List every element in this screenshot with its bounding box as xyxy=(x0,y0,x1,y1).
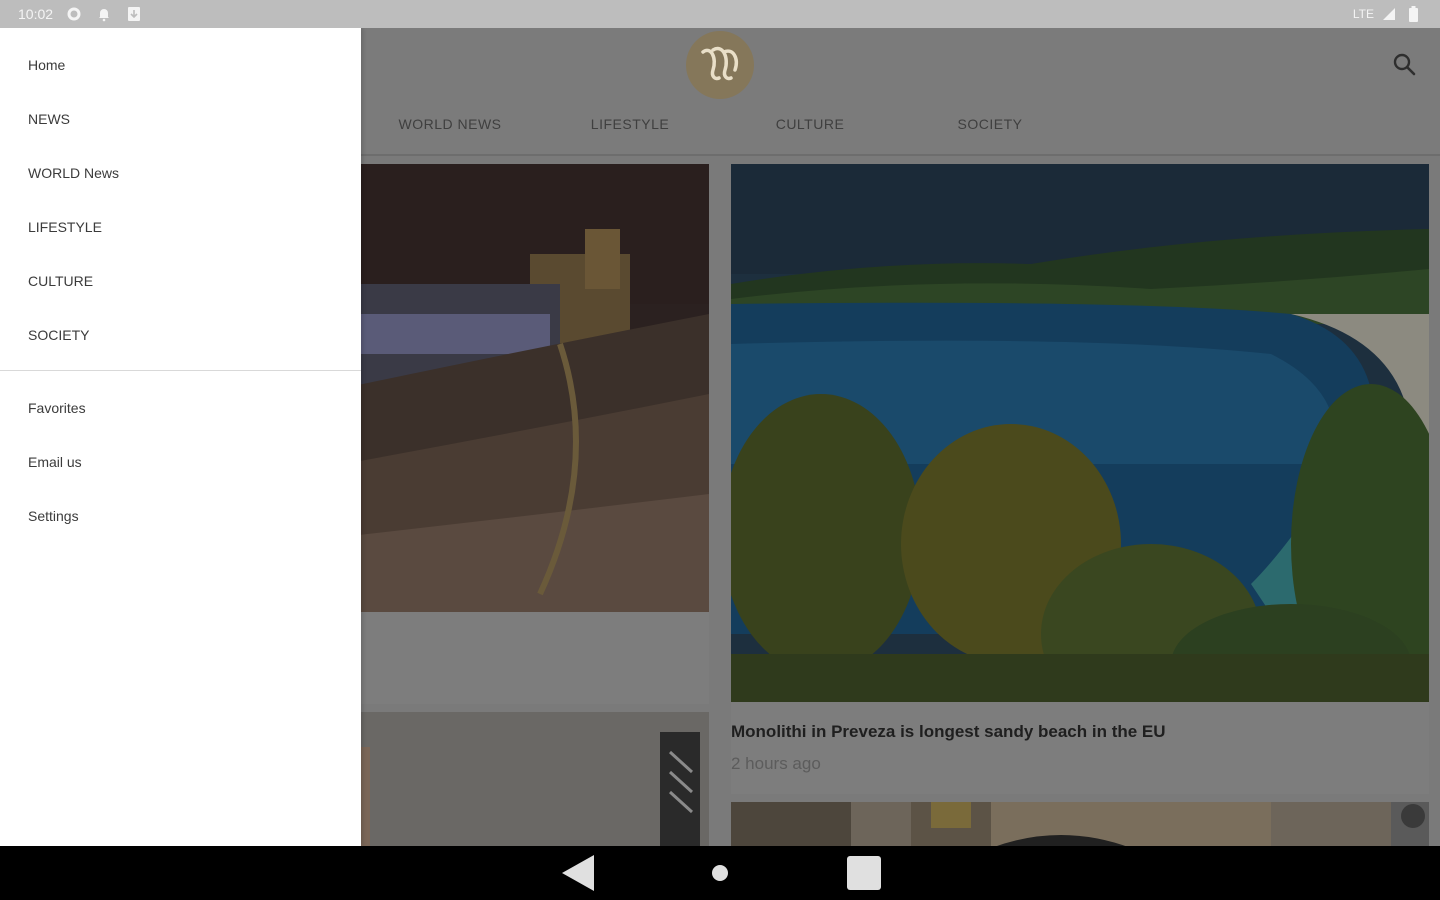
download-status-icon xyxy=(125,5,143,23)
drawer-item-favorites[interactable]: Favorites xyxy=(28,400,86,416)
status-time: 10:02 xyxy=(18,6,54,22)
status-left: 10:02 xyxy=(18,5,143,23)
drawer-item-settings[interactable]: Settings xyxy=(28,508,79,524)
home-icon[interactable] xyxy=(706,846,734,900)
drawer-item-news[interactable]: NEWS xyxy=(28,111,70,127)
interior-photo xyxy=(731,802,1429,848)
drawer-item-society[interactable]: SOCIETY xyxy=(28,327,89,343)
tab-world-news[interactable]: WORLD NEWS xyxy=(399,116,502,132)
notification-bell-icon xyxy=(95,5,113,23)
tab-society[interactable]: SOCIETY xyxy=(958,116,1023,132)
drawer-item-culture[interactable]: CULTURE xyxy=(28,273,93,289)
article-title[interactable]: Monolithi in Preveza is longest sandy be… xyxy=(731,722,1166,742)
article-card[interactable]: Monolithi in Preveza is longest sandy be… xyxy=(731,164,1429,794)
system-navigation-bar xyxy=(0,846,1440,900)
back-icon[interactable] xyxy=(556,846,600,900)
tab-culture[interactable]: CULTURE xyxy=(776,116,845,132)
battery-icon xyxy=(1404,5,1422,23)
beach-photo xyxy=(731,164,1429,702)
gear-icon xyxy=(65,5,83,23)
tab-lifestyle[interactable]: LIFESTYLE xyxy=(591,116,669,132)
status-right: LTE xyxy=(1353,5,1422,23)
article-time: 2 hours ago xyxy=(731,754,821,773)
network-type: LTE xyxy=(1352,7,1374,21)
search-icon[interactable] xyxy=(1390,50,1418,78)
drawer-item-lifestyle[interactable]: LIFESTYLE xyxy=(28,219,102,235)
signal-icon xyxy=(1380,5,1398,23)
drawer-divider xyxy=(0,370,361,371)
navigation-drawer: Home NEWS WORLD News LIFESTYLE CULTURE S… xyxy=(0,28,361,846)
drawer-item-home[interactable]: Home xyxy=(28,57,65,73)
drawer-item-email-us[interactable]: Email us xyxy=(28,454,82,470)
status-bar: 10:02 LTE xyxy=(0,0,1440,28)
recents-icon[interactable] xyxy=(844,846,884,900)
drawer-item-world-news[interactable]: WORLD News xyxy=(28,165,119,181)
wave-logo-icon[interactable] xyxy=(686,31,754,99)
